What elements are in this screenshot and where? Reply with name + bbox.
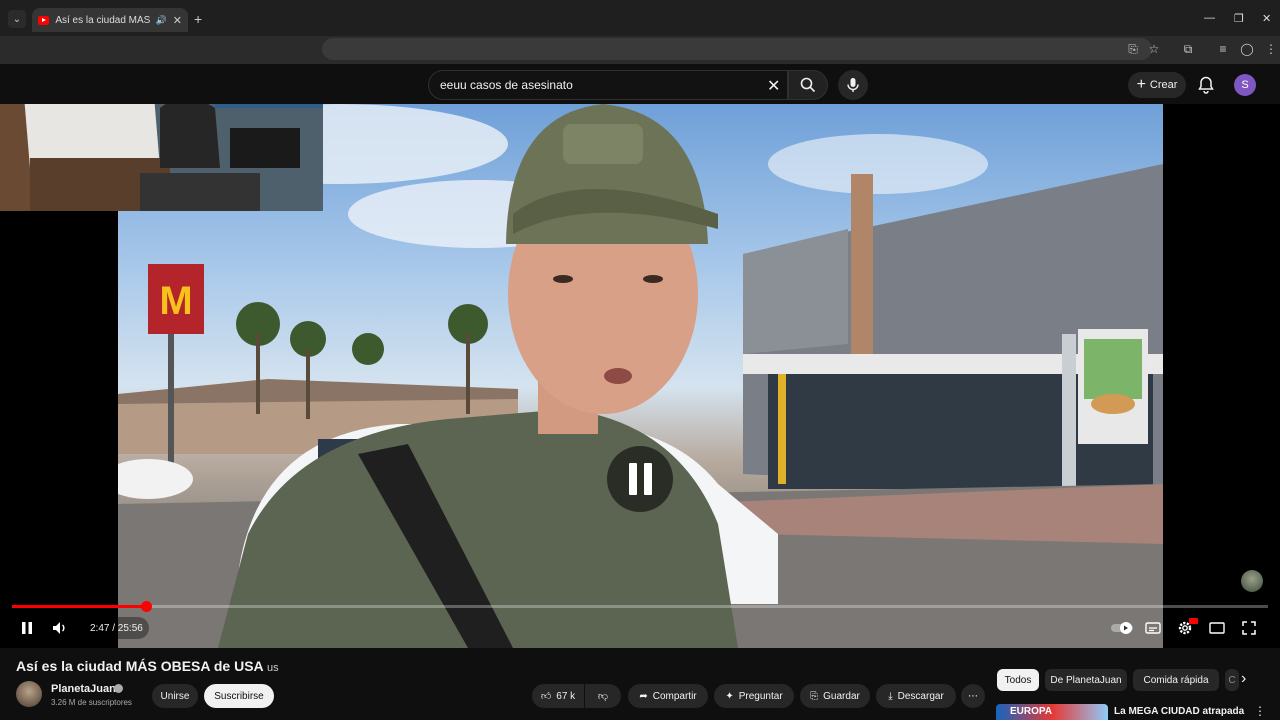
fullscreen-button[interactable] — [1240, 619, 1258, 637]
subscribe-label: Suscribirse — [214, 690, 264, 702]
next-video-menu-icon[interactable]: ⋮ — [1254, 704, 1266, 718]
webcam-image — [0, 104, 323, 211]
subtitles-button[interactable] — [1144, 619, 1162, 637]
search-button[interactable] — [788, 70, 828, 100]
video-player[interactable]: M — [0, 104, 1280, 648]
theater-mode-icon — [1209, 622, 1225, 634]
search-icon — [800, 77, 816, 93]
join-button[interactable]: Unirse — [152, 684, 198, 708]
thumbs-down-icon: 👎︎ — [597, 691, 609, 702]
save-button[interactable]: ⎘ Guardar — [800, 684, 870, 708]
create-label: Crear — [1149, 79, 1178, 91]
tab-audio-icon[interactable]: 🔊 — [156, 15, 167, 26]
new-tab-button[interactable]: + — [194, 11, 202, 27]
theater-mode-button[interactable] — [1208, 619, 1226, 637]
svg-text:M: M — [159, 279, 192, 323]
browser-menu-icon[interactable]: ⋮ — [1264, 42, 1278, 56]
address-bar[interactable] — [322, 38, 1152, 60]
join-label: Unirse — [160, 690, 190, 702]
create-button[interactable]: + Crear — [1128, 72, 1186, 98]
close-window-button[interactable]: ✕ — [1262, 12, 1271, 25]
channel-watermark[interactable] — [1241, 570, 1263, 592]
dislike-button[interactable]: 👎︎ — [585, 684, 621, 708]
more-horizontal-icon: ⋯ — [968, 690, 978, 702]
minimize-button[interactable]: — — [1204, 12, 1215, 24]
video-title: Así es la ciudad MÁS OBESA de USA us — [16, 658, 279, 674]
ask-button[interactable]: ✦ Preguntar — [714, 684, 794, 708]
notifications-bell-icon[interactable] — [1196, 75, 1216, 95]
browser-tab[interactable]: Así es la ciudad MÁS OBESA de USA 🔊 ✕ — [32, 8, 188, 32]
settings-button[interactable] — [1176, 618, 1198, 637]
share-label: Compartir — [652, 690, 697, 702]
chip-de-planetajuan[interactable]: De PlanetaJuan — [1045, 669, 1127, 691]
verified-badge-icon — [114, 684, 123, 693]
subscriber-count: 3.26 M de suscriptores — [51, 698, 132, 707]
profile-icon[interactable]: ◯ — [1240, 42, 1254, 56]
tab-search-chevron-icon[interactable]: ⌄ — [8, 10, 26, 28]
save-label: Guardar — [823, 690, 860, 702]
next-video-title[interactable]: La MEGA CIUDAD atrapada — [1114, 706, 1244, 717]
chip-partial[interactable]: C — [1225, 669, 1239, 691]
youtube-favicon-icon — [38, 15, 50, 25]
thumbs-up-icon: 👍︎ — [540, 691, 552, 702]
microphone-icon — [847, 78, 859, 92]
fullscreen-icon — [1242, 621, 1256, 635]
tab-title: Así es la ciudad MÁS OBESA de USA — [55, 14, 150, 26]
hd-badge — [1189, 618, 1198, 624]
chip-comida-rapida[interactable]: Comida rápida — [1133, 669, 1219, 691]
chip-todos[interactable]: Todos — [997, 669, 1039, 691]
channel-avatar[interactable] — [16, 681, 42, 707]
share-icon: ➦ — [639, 690, 648, 702]
maximize-button[interactable]: ❐ — [1234, 12, 1244, 25]
download-label: Descargar — [897, 690, 944, 702]
extensions-icon[interactable]: ⧉ — [1181, 42, 1195, 56]
account-avatar[interactable]: S — [1234, 74, 1256, 96]
volume-icon — [53, 622, 65, 634]
pause-button[interactable] — [18, 619, 36, 637]
download-icon: ⤓ — [888, 690, 893, 702]
autoplay-toggle-icon — [1111, 622, 1133, 634]
video-title-flag: us — [267, 662, 279, 674]
plus-icon: + — [1136, 76, 1146, 93]
browser-tab-bar — [0, 0, 1280, 36]
webcam-overlay — [0, 104, 323, 211]
time-display: 2:47 / 25:56 — [84, 617, 149, 639]
download-button[interactable]: ⤓ Descargar — [876, 684, 956, 708]
bookmark-star-icon[interactable]: ☆ — [1147, 42, 1161, 56]
subtitles-icon — [1145, 622, 1161, 634]
next-video-thumbnail[interactable]: EUROPA — [996, 704, 1108, 720]
next-thumb-text: EUROPA — [1010, 706, 1053, 717]
ask-label: Preguntar — [738, 690, 783, 702]
install-app-icon[interactable]: ⎘ — [1126, 42, 1140, 56]
clear-search-icon[interactable]: ✕ — [767, 76, 780, 96]
save-playlist-icon: ⎘ — [810, 690, 819, 702]
subscribe-button[interactable]: Suscribirse — [204, 684, 274, 708]
media-controls-icon[interactable]: ≡ — [1216, 42, 1230, 56]
voice-search-button[interactable] — [838, 70, 868, 100]
chips-next-chevron-icon[interactable]: › — [1241, 670, 1246, 688]
progress-bar[interactable] — [12, 601, 1268, 612]
video-title-text: Así es la ciudad MÁS OBESA de USA — [16, 658, 264, 674]
center-pause-indicator[interactable] — [607, 446, 673, 512]
like-button[interactable]: 👍︎ 67 k — [532, 684, 584, 708]
progress-played — [12, 605, 147, 608]
sparkle-icon: ✦ — [725, 690, 734, 702]
share-button[interactable]: ➦ Compartir — [628, 684, 708, 708]
pause-icon — [22, 622, 32, 634]
like-count: 67 k — [556, 690, 576, 702]
search-query-text: eeuu casos de asesinato — [440, 78, 573, 92]
tab-close-icon[interactable]: ✕ — [173, 14, 182, 27]
autoplay-toggle[interactable] — [1110, 619, 1134, 637]
channel-name[interactable]: PlanetaJuan — [51, 683, 116, 695]
volume-button[interactable] — [51, 619, 69, 637]
more-actions-button[interactable]: ⋯ — [961, 684, 985, 708]
